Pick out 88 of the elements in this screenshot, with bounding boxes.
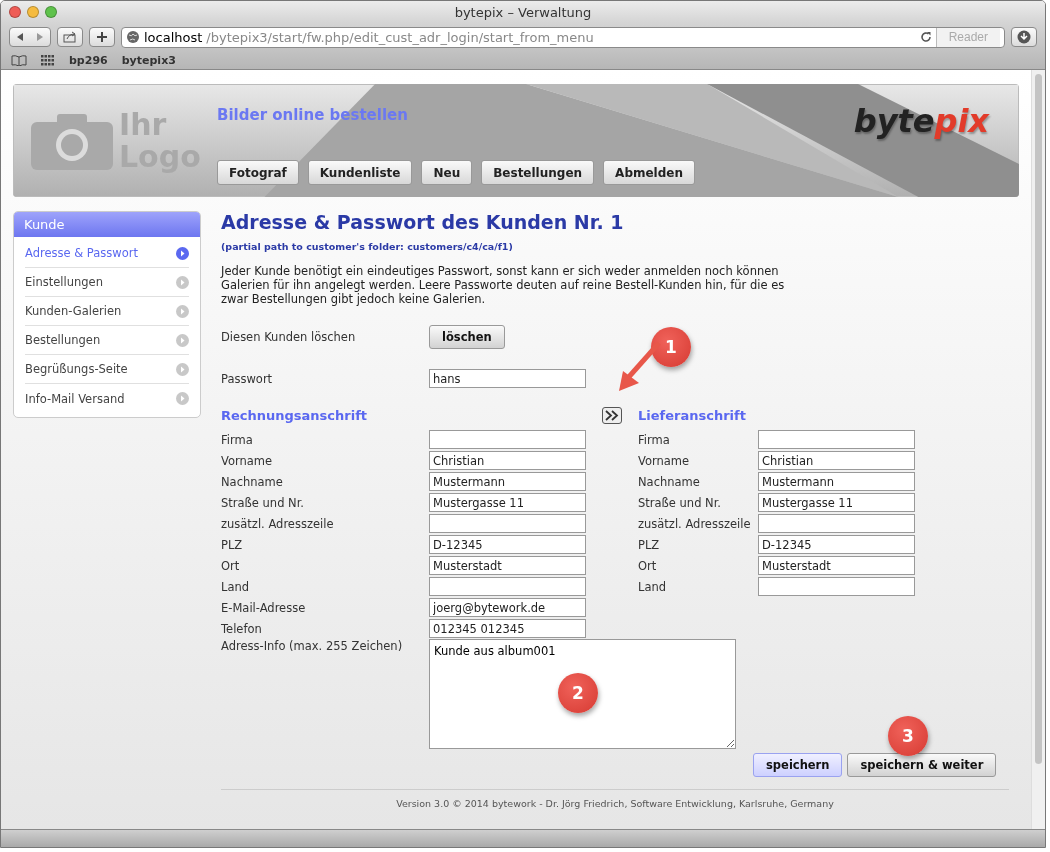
field-label: Straße und Nr. [221, 495, 306, 510]
field-label: PLZ [638, 537, 661, 552]
copy-address-button[interactable] [602, 406, 622, 424]
input-field[interactable] [758, 430, 915, 449]
nav-button[interactable]: Neu [421, 160, 473, 185]
minimize-button[interactable] [27, 6, 39, 18]
book-icon [11, 54, 27, 66]
delete-button[interactable]: löschen [429, 325, 505, 349]
sidebar-item[interactable]: Kunden-Galerien [25, 297, 189, 326]
sidebar-item[interactable]: Bestellungen [25, 326, 189, 355]
input-field[interactable]: D-12345 [758, 535, 915, 554]
sidebar-item[interactable]: Begrüßungs-Seite [25, 355, 189, 384]
input-field[interactable]: Musterstadt [758, 556, 915, 575]
input-field[interactable]: D-12345 [429, 535, 586, 554]
field-label: Firma [221, 432, 254, 447]
reload-icon [919, 31, 932, 43]
field-label: Land [221, 579, 251, 594]
page-title: Adresse & Passwort des Kunden Nr. 1 [221, 211, 625, 233]
field-label: Nachname [638, 474, 701, 489]
close-button[interactable] [9, 6, 21, 18]
zoom-button[interactable] [45, 6, 57, 18]
share-button[interactable] [57, 27, 83, 47]
input-field[interactable]: Mustergasse 11 [758, 493, 915, 512]
download-icon [1017, 30, 1031, 44]
sidebar-item[interactable]: Info-Mail Versand [25, 384, 189, 413]
input-field[interactable]: 012345 012345 [429, 619, 586, 638]
add-button[interactable] [89, 27, 115, 47]
input-field[interactable] [758, 577, 915, 596]
input-field[interactable] [429, 430, 586, 449]
input-field[interactable]: Mustergasse 11 [429, 493, 586, 512]
section-title: Lieferanschrift [638, 406, 747, 425]
field-label: Ort [638, 558, 658, 573]
input-field[interactable] [758, 514, 915, 533]
nav-button[interactable]: Fotograf [217, 160, 299, 185]
tagline: Bilder online bestellen [217, 106, 409, 124]
field-label: Land [638, 579, 668, 594]
input-field[interactable] [429, 514, 586, 533]
brand-logo: bytepix [853, 101, 991, 142]
footer-text: Version 3.0 © 2014 bytework - Dr. Jörg Friedrich, Software Entwicklung, Karlsruhe, Germany [395, 798, 835, 809]
bookmark-link[interactable]: bytepix3 [121, 53, 176, 67]
field-label: Telefon [221, 621, 263, 636]
input-field[interactable]: Mustermann [429, 472, 586, 491]
address-field[interactable]: localhost /bytepix3/start/fw.php/edit_cust_adr_login/start_from_menu Reader [121, 26, 1005, 48]
scrollbar-thumb[interactable] [1035, 74, 1042, 764]
field-label: Nachname [221, 474, 284, 489]
field-label: Adress-Info (max. 255 Zeichen) [221, 639, 404, 653]
sidebar-item[interactable]: Einstellungen [25, 268, 189, 297]
save-button[interactable]: speichern [753, 753, 843, 777]
input-field[interactable] [429, 577, 586, 596]
field-label: Vorname [638, 453, 691, 468]
path-note: (partial path to customer's folder: customers/c4/ca/f1) [221, 241, 514, 252]
download-button[interactable] [1011, 27, 1037, 47]
grid-icon [41, 54, 55, 66]
password-field[interactable]: hans [429, 369, 586, 388]
nav-button[interactable]: Kundenliste [307, 160, 413, 185]
plus-icon [97, 32, 107, 42]
nav-button[interactable]: Bestellungen [481, 160, 595, 185]
callout-badge: 3 [888, 716, 928, 756]
delete-label: Diesen Kunden löschen [221, 330, 357, 344]
share-icon [63, 31, 77, 43]
input-field[interactable]: Christian [758, 451, 915, 470]
callout-badge: 1 [651, 327, 691, 367]
field-label: zusätzl. Adresszeile [638, 516, 752, 531]
field-label: PLZ [221, 537, 244, 552]
sidebar-item[interactable]: Adresse & Passwort [25, 239, 189, 268]
field-label: Straße und Nr. [638, 495, 723, 510]
save-button[interactable]: speichern & weiter [847, 753, 997, 777]
back-forward-icon [15, 32, 45, 42]
globe-icon [126, 30, 140, 44]
field-label: zusätzl. Adresszeile [221, 516, 335, 531]
password-label: Passwort [221, 371, 274, 386]
bookmark-link[interactable]: bp296 [69, 53, 108, 67]
intro-text: Jeder Kunde benötigt ein eindeutiges Passwort, sonst kann er sich weder anmelden noch können Galerien für ihn angelegt werden. Leere Passworte deuten auf reine Bestell-Kunden hin, für die es zwar Bestellungen gibt jedoch keine Galerien. [221, 264, 786, 306]
input-field[interactable]: joerg@bytework.de [429, 598, 586, 617]
double-chevron-icon [605, 409, 619, 421]
field-label: E-Mail-Adresse [221, 600, 307, 615]
sidebar-title: Kunde [14, 212, 200, 237]
input-field[interactable]: Musterstadt [429, 556, 586, 575]
field-label: Firma [638, 432, 671, 447]
field-label: Ort [221, 558, 241, 573]
section-title: Rechnungsanschrift [221, 406, 369, 425]
input-field[interactable]: Christian [429, 451, 586, 470]
input-field[interactable]: Mustermann [758, 472, 915, 491]
nav-button[interactable]: Abmelden [603, 160, 695, 185]
window-title: bytepix – Verwaltung [453, 4, 593, 20]
field-label: Vorname [221, 453, 274, 468]
back-forward-button[interactable] [9, 27, 51, 47]
camera-icon [31, 111, 113, 170]
